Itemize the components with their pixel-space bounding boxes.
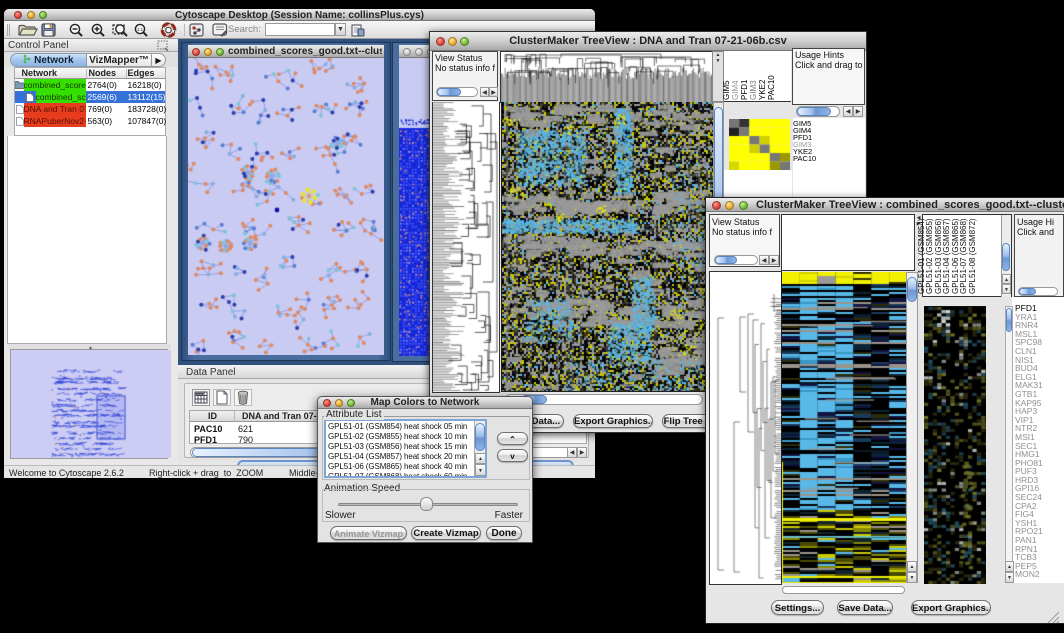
svg-text:1:1: 1:1 xyxy=(137,27,144,32)
